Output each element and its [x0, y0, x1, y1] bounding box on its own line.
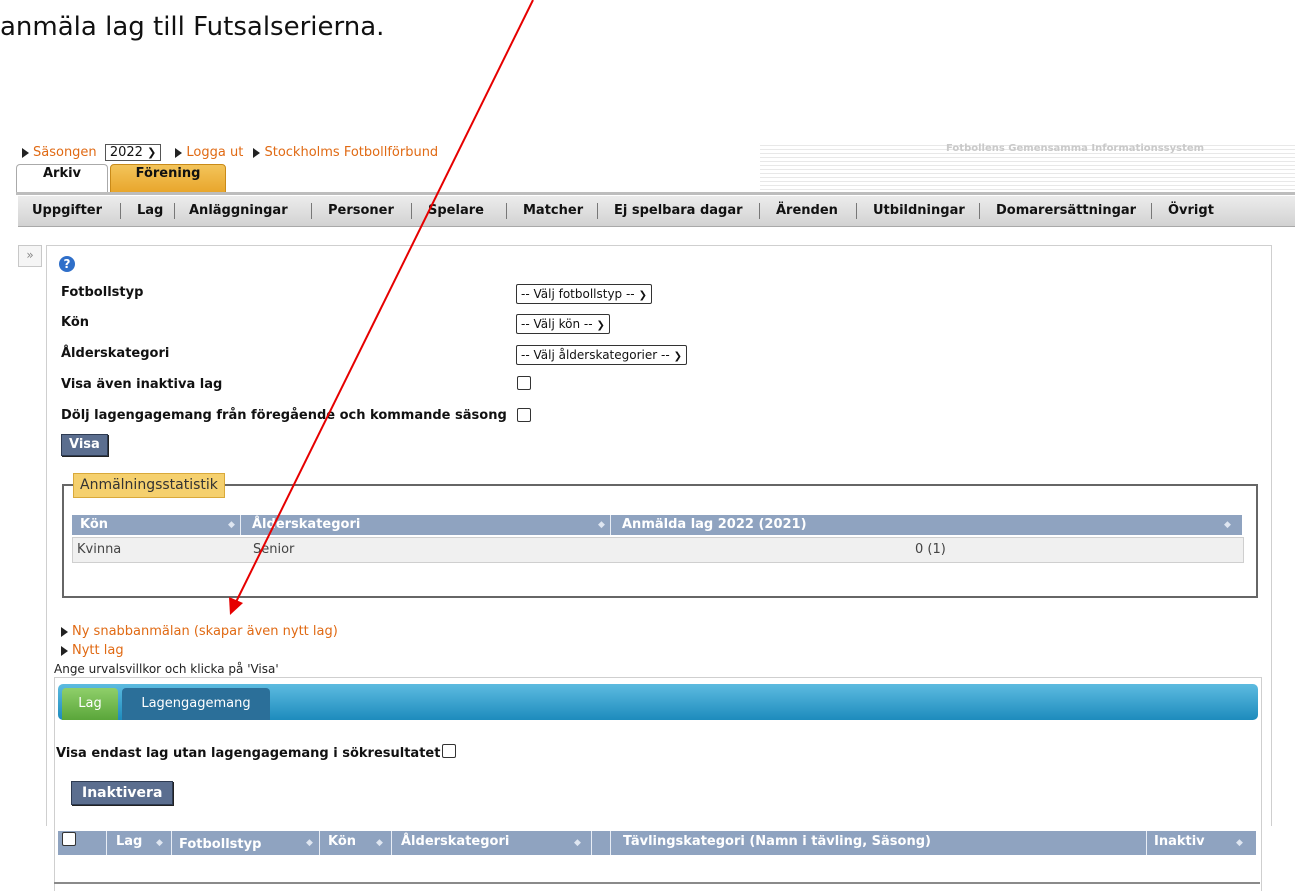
red-arrow: [229, 0, 534, 615]
arrow-head: [229, 597, 243, 615]
arrow-line: [235, 0, 534, 603]
